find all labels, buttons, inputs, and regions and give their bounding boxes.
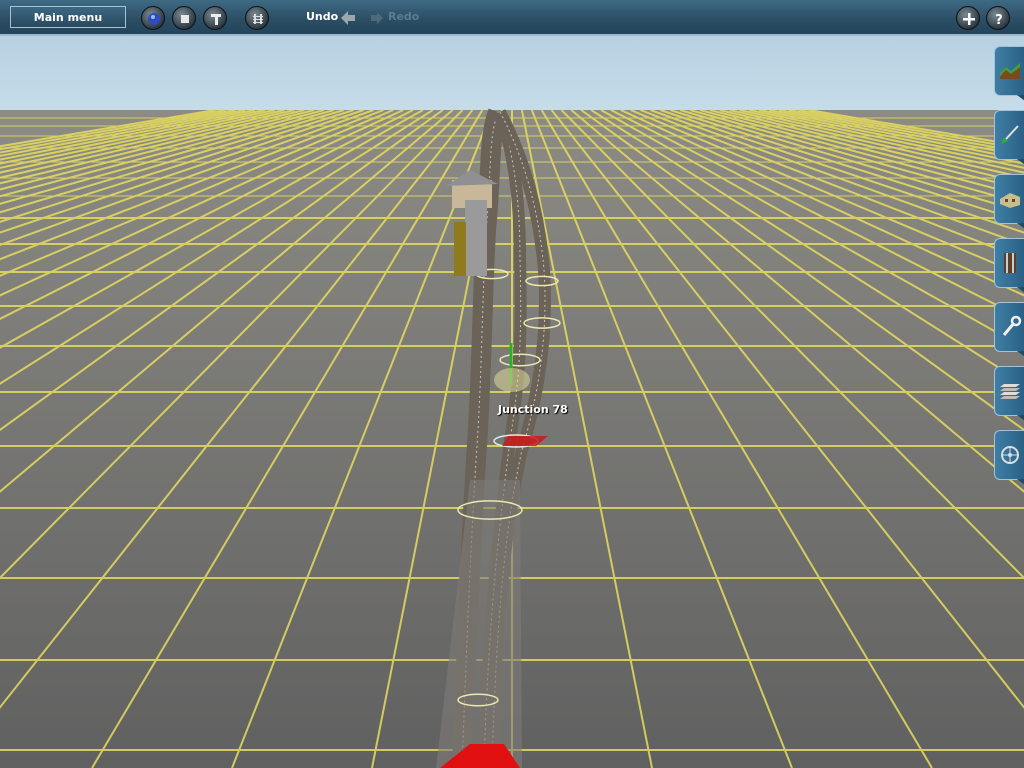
top-toolbar: Main menu Undo Redo ? [0, 0, 1024, 36]
view-mode-button[interactable] [141, 6, 165, 30]
track-tool-tab[interactable] [994, 238, 1024, 293]
sky [0, 36, 1024, 110]
undo-button[interactable]: Undo [306, 10, 338, 23]
globe-icon [148, 13, 160, 25]
rail-icon [1004, 253, 1016, 273]
terrain-icon [1000, 63, 1020, 79]
editor-window: Junction 78 Main menu Undo Redo ? [0, 0, 1024, 768]
add-button[interactable] [956, 6, 980, 30]
undo-arrow-icon[interactable] [340, 10, 356, 26]
help-button[interactable]: ? [986, 6, 1010, 30]
redo-button[interactable]: Redo [388, 10, 419, 23]
wrench-icon [1002, 315, 1022, 336]
redo-arrow-icon[interactable] [370, 11, 384, 25]
info-button[interactable] [203, 6, 227, 30]
main-menu-button[interactable]: Main menu [10, 6, 126, 28]
wheel-icon [1001, 446, 1019, 464]
track-icon [253, 14, 263, 24]
plus-icon [963, 13, 975, 25]
stop-icon [181, 15, 189, 23]
settings-tool-tab[interactable] [994, 430, 1024, 485]
junction-label: Junction 78 [498, 403, 568, 416]
info-icon [211, 14, 221, 25]
terrain-tool-tab[interactable] [994, 46, 1024, 101]
building-icon [1000, 193, 1020, 208]
3d-viewport[interactable] [0, 0, 1024, 768]
track-layout-button[interactable] [245, 6, 269, 30]
stop-button[interactable] [172, 6, 196, 30]
help-icon: ? [995, 13, 1003, 28]
trackside-tool-tab[interactable] [994, 302, 1024, 357]
layers-icon [1000, 384, 1020, 399]
objects-tool-tab[interactable] [994, 174, 1024, 229]
paint-tool-tab[interactable] [994, 110, 1024, 165]
svg-text:?: ? [995, 13, 1003, 28]
brush-icon [1001, 125, 1019, 144]
layers-tool-tab[interactable] [994, 366, 1024, 421]
